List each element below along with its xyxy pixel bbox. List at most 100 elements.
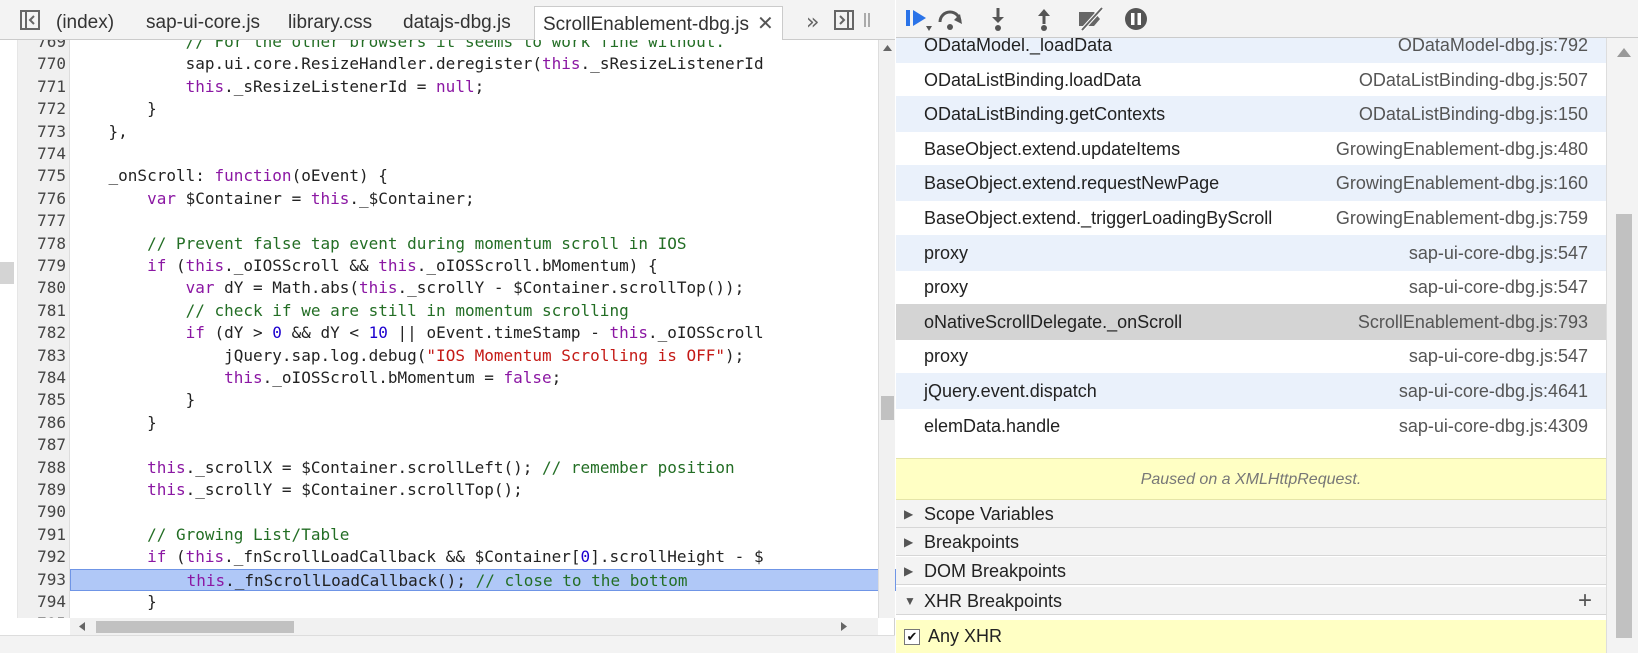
line-number[interactable]: 777	[18, 210, 66, 232]
line-number[interactable]: 789	[18, 479, 66, 501]
code-line[interactable]: if (this._fnScrollLoadCallback && $Conta…	[70, 546, 896, 568]
call-frame-location[interactable]: sap-ui-core-dbg.js:547	[1409, 235, 1588, 271]
tab-scrollenablement-dbg[interactable]: ScrollEnablement-dbg.js ✕	[534, 6, 783, 40]
line-number[interactable]: 784	[18, 367, 66, 389]
sidebar-toggle-icon[interactable]	[18, 8, 42, 32]
call-frame-location[interactable]: sap-ui-core-dbg.js:547	[1409, 338, 1588, 374]
section-dom-breakpoints[interactable]: ▶ DOM Breakpoints	[896, 557, 1606, 585]
call-frame-location[interactable]: GrowingEnablement-dbg.js:160	[1336, 165, 1588, 201]
sidebar-vertical-scrollbar[interactable]	[1606, 38, 1638, 653]
line-number[interactable]: 783	[18, 345, 66, 367]
line-number[interactable]: 786	[18, 412, 66, 434]
code-area[interactable]: // For the other browsers it seems to wo…	[70, 40, 896, 618]
tab-library-css[interactable]: library.css	[288, 6, 372, 40]
tab-datajs-dbg[interactable]: datajs-dbg.js	[403, 6, 511, 40]
collapse-triangle-icon[interactable]: ▼	[904, 587, 916, 615]
line-number[interactable]: 780	[18, 277, 66, 299]
call-frame[interactable]: BaseObject.extend.updateItems GrowingEnab…	[896, 131, 1606, 167]
line-number[interactable]: 795	[18, 613, 66, 618]
line-number[interactable]: 791	[18, 524, 66, 546]
line-number[interactable]: 785	[18, 389, 66, 411]
call-frame[interactable]: proxy sap-ui-core-dbg.js:547	[896, 338, 1606, 374]
call-frame[interactable]: elemData.handle sap-ui-core-dbg.js:4309	[896, 408, 1606, 444]
line-number[interactable]: 770	[18, 53, 66, 75]
line-number[interactable]: 781	[18, 300, 66, 322]
editor-vertical-scrollbar[interactable]	[878, 40, 895, 618]
call-frame-location[interactable]: sap-ui-core-dbg.js:4309	[1399, 408, 1588, 444]
editor-horizontal-scrollbar[interactable]	[70, 618, 878, 635]
code-line[interactable]: }	[70, 98, 896, 120]
code-line[interactable]	[70, 501, 896, 523]
code-line[interactable]: this._scrollX = $Container.scrollLeft();…	[70, 457, 896, 479]
line-number[interactable]: 771	[18, 76, 66, 98]
line-number[interactable]: 773	[18, 121, 66, 143]
scroll-up-icon[interactable]	[879, 40, 896, 56]
pause-on-exceptions-icon[interactable]	[1122, 6, 1150, 32]
debugger-toggle-icon[interactable]	[832, 8, 856, 32]
call-frame-location[interactable]: GrowingEnablement-dbg.js:759	[1336, 200, 1588, 236]
code-line[interactable]	[70, 143, 896, 165]
line-number[interactable]: 779	[18, 255, 66, 277]
code-line[interactable]: _onScroll: function(oEvent) {	[70, 165, 896, 187]
close-icon[interactable]: ✕	[757, 7, 774, 41]
code-line[interactable]: },	[70, 121, 896, 143]
section-xhr-breakpoints[interactable]: ▼ XHR Breakpoints +	[896, 587, 1606, 615]
resume-icon[interactable]	[904, 6, 932, 32]
scroll-right-icon[interactable]	[836, 618, 852, 635]
code-line[interactable]: sap.ui.core.ResizeHandler.deregister(thi…	[70, 53, 896, 75]
any-xhr-checkbox[interactable]: ✔	[904, 629, 920, 645]
code-line[interactable]: this._oIOSScroll.bMomentum = false;	[70, 367, 896, 389]
code-line[interactable]: // check if we are still in momentum scr…	[70, 300, 896, 322]
navigator-collapsed-marker[interactable]	[0, 262, 14, 284]
code-line[interactable]: if (this._oIOSScroll && this._oIOSScroll…	[70, 255, 896, 277]
line-number[interactable]: 778	[18, 233, 66, 255]
call-frame[interactable]: BaseObject.extend.requestNewPage GrowingE…	[896, 165, 1606, 202]
code-line[interactable]: }	[70, 591, 896, 613]
any-xhr-breakpoint-row[interactable]: ✔ Any XHR	[896, 620, 1606, 653]
expand-triangle-icon[interactable]: ▶	[904, 500, 913, 528]
section-breakpoints[interactable]: ▶ Breakpoints	[896, 528, 1606, 556]
scroll-up-icon[interactable]	[1617, 48, 1631, 57]
call-frame-location[interactable]: sap-ui-core-dbg.js:547	[1409, 269, 1588, 305]
code-line[interactable]: jQuery.sap.log.debug("IOS Momentum Scrol…	[70, 345, 896, 367]
tab-sap-ui-core[interactable]: sap-ui-core.js	[146, 6, 260, 40]
line-number[interactable]: 774	[18, 143, 66, 165]
line-number[interactable]: 769	[18, 40, 66, 53]
add-xhr-breakpoint-icon[interactable]: +	[1578, 587, 1592, 615]
code-line[interactable]	[70, 434, 896, 456]
step-out-icon[interactable]	[1030, 6, 1058, 32]
code-line[interactable]: // Prevent false tap event during moment…	[70, 233, 896, 255]
line-number[interactable]: 787	[18, 434, 66, 456]
editor-vertical-scroll-thumb[interactable]	[881, 396, 894, 420]
expand-triangle-icon[interactable]: ▶	[904, 528, 913, 556]
code-line[interactable]: var dY = Math.abs(this._scrollY - $Conta…	[70, 277, 896, 299]
call-frame-location[interactable]: sap-ui-core-dbg.js:4641	[1399, 373, 1588, 409]
call-frame[interactable]: ODataListBinding.getContexts ODataListBin…	[896, 96, 1606, 133]
code-line[interactable]: }	[70, 389, 896, 411]
scroll-left-icon[interactable]	[74, 618, 90, 635]
line-number[interactable]: 792	[18, 546, 66, 568]
line-number[interactable]: 775	[18, 165, 66, 187]
call-frame[interactable]: ODataListBinding.loadData ODataListBindin…	[896, 62, 1606, 98]
call-frame-location[interactable]: ODataListBinding-dbg.js:507	[1359, 62, 1588, 98]
code-line[interactable]: if (dY > 0 && dY < 10 || oEvent.timeStam…	[70, 322, 896, 344]
line-number[interactable]: 788	[18, 457, 66, 479]
call-frame-location[interactable]: GrowingEnablement-dbg.js:480	[1336, 131, 1588, 167]
call-frame[interactable]: jQuery.event.dispatch sap-ui-core-dbg.js:…	[896, 373, 1606, 409]
call-frame[interactable]: oNativeScrollDelegate._onScroll ScrollEna…	[896, 303, 1606, 340]
section-scope-variables[interactable]: ▶ Scope Variables	[896, 500, 1606, 528]
drag-handle-icon[interactable]	[862, 8, 872, 32]
line-number[interactable]: 793	[18, 569, 66, 591]
step-into-icon[interactable]	[984, 6, 1012, 32]
line-number[interactable]: 772	[18, 98, 66, 120]
line-number[interactable]: 794	[18, 591, 66, 613]
line-number[interactable]: 776	[18, 188, 66, 210]
call-frame[interactable]: BaseObject.extend._triggerLoadingByScrol…	[896, 200, 1606, 236]
step-over-icon[interactable]	[936, 6, 964, 32]
call-frame[interactable]: proxy sap-ui-core-dbg.js:547	[896, 269, 1606, 305]
line-number-gutter[interactable]: 769 770 771 772 773 774 775 776 777 778 779 780 781 7…	[18, 40, 70, 618]
code-line[interactable]: this._sResizeListenerId = null;	[70, 76, 896, 98]
editor-horizontal-scroll-thumb[interactable]	[96, 621, 294, 633]
more-tabs-chevron-icon[interactable]: »	[806, 6, 819, 40]
line-number[interactable]: 782	[18, 322, 66, 344]
